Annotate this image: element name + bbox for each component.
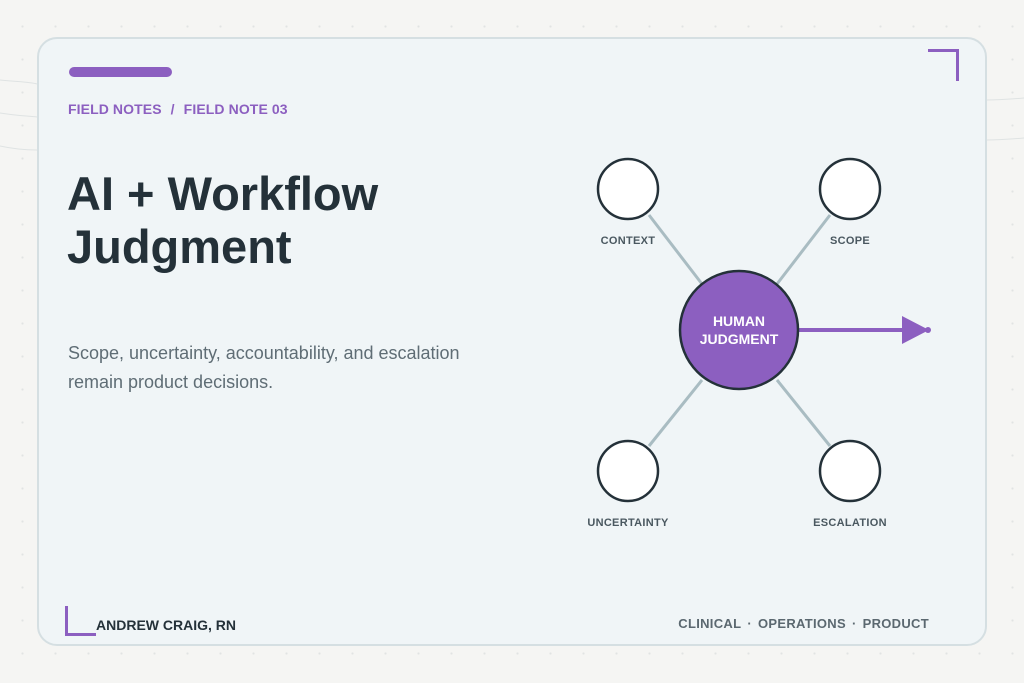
- hub-label-line-2: JUDGMENT: [700, 331, 779, 347]
- node-uncertainty: [596, 439, 660, 503]
- tag-operations: OPERATIONS: [757, 616, 846, 631]
- topic-tags: CLINICAL · OPERATIONS · PRODUCT: [678, 616, 929, 631]
- tag-clinical: CLINICAL: [678, 616, 742, 631]
- judgment-diagram: HUMAN JUDGMENT CONTEXT SCOPE UNCERTAINTY…: [587, 157, 931, 529]
- connector-context: [647, 214, 704, 285]
- tag-product: PRODUCT: [862, 616, 929, 631]
- hub-human-judgment: [678, 269, 800, 391]
- node-context: [596, 157, 660, 221]
- field-note-card: FIELD NOTES / FIELD NOTE 03 AI + Workflow …: [37, 37, 987, 646]
- output-arrow-icon: [797, 316, 931, 344]
- node-scope: [818, 157, 882, 221]
- tag-separator: ·: [851, 616, 857, 631]
- node-label-context: CONTEXT: [601, 235, 656, 247]
- node-label-scope: SCOPE: [830, 235, 870, 247]
- connector-escalation: [775, 379, 832, 447]
- connector-uncertainty: [647, 379, 704, 447]
- node-escalation: [818, 439, 882, 503]
- hub-label-line-1: HUMAN: [713, 313, 765, 329]
- author-name: ANDREW CRAIG, RN: [96, 617, 236, 633]
- tag-separator: ·: [747, 616, 752, 631]
- node-label-escalation: ESCALATION: [813, 517, 887, 529]
- connector-scope: [775, 214, 832, 285]
- node-label-uncertainty: UNCERTAINTY: [587, 517, 669, 529]
